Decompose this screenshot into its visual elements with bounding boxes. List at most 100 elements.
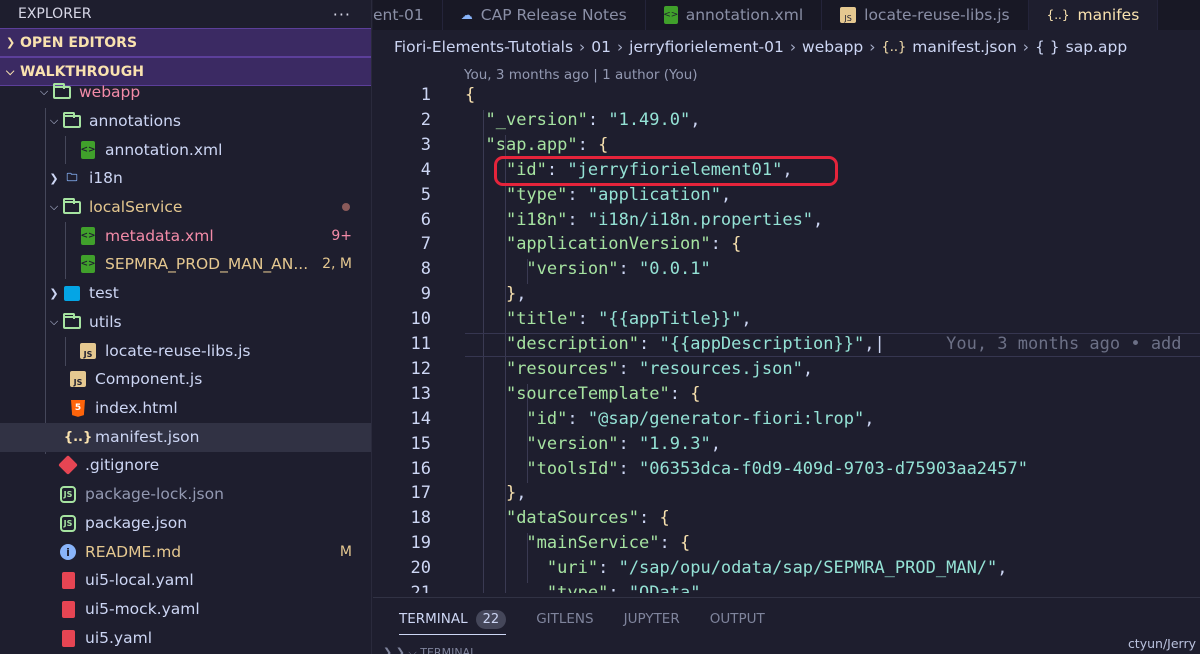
tree-item-index-html[interactable]: 5 index.html bbox=[0, 394, 371, 423]
explorer-title: EXPLORER bbox=[18, 6, 92, 22]
tree-item-gitignore[interactable]: .gitignore bbox=[0, 451, 371, 480]
tree-item-package-json[interactable]: JS package.json bbox=[0, 509, 371, 538]
editor-tabs: ent-01 ☁ CAP Release Notes <> annotation… bbox=[373, 0, 1200, 30]
tree-item-label: ui5-mock.yaml bbox=[85, 600, 200, 619]
tree-item-package-lock-json[interactable]: JS package-lock.json bbox=[0, 480, 371, 509]
chevron-right-icon: ❯ bbox=[49, 171, 59, 185]
line-number: 18 bbox=[410, 508, 431, 529]
chevron-icon: ❯ ❯ ⌵ bbox=[383, 646, 417, 654]
code-line[interactable]: "type": "OData" bbox=[465, 583, 701, 593]
tree-item-metadata-xml[interactable]: <> metadata.xml 9+ bbox=[0, 222, 371, 251]
tree-item-utils[interactable]: ⌵ utils bbox=[0, 308, 371, 337]
line-number: 3 bbox=[420, 134, 431, 155]
breadcrumb: Fiori-Elements-Tutotials › 01 › jerryfio… bbox=[394, 38, 1127, 56]
js-file-icon: JS bbox=[78, 342, 98, 360]
inline-blame: You, 3 months ago • add bbox=[884, 334, 1182, 354]
tab-manifest-json[interactable]: {..} manifes bbox=[1028, 0, 1159, 30]
tree-item-label: ui5.yaml bbox=[85, 629, 152, 648]
tree-item-label: i18n bbox=[89, 169, 123, 188]
tree-item-label: annotations bbox=[89, 112, 181, 131]
watermark: ctyun/Jerry bbox=[1127, 636, 1196, 651]
line-number: 10 bbox=[410, 309, 431, 330]
tree-item-component-js[interactable]: JS Component.js bbox=[0, 365, 371, 394]
line-number: 12 bbox=[410, 358, 431, 379]
xml-file-icon: <> bbox=[78, 227, 98, 246]
code-line[interactable]: "type": "application", bbox=[465, 185, 731, 205]
code-line[interactable]: { bbox=[465, 85, 475, 105]
panel-tab-jupyter[interactable]: JUPYTER bbox=[624, 611, 680, 627]
info-icon: i bbox=[58, 543, 78, 561]
tree-item-annotation-xml[interactable]: <> annotation.xml bbox=[0, 136, 371, 165]
code-line[interactable]: "i18n": "i18n/i18n.properties", bbox=[465, 210, 823, 230]
line-number: 20 bbox=[410, 558, 431, 579]
code-line[interactable]: "toolsId": "06353dca-f0d9-409d-9703-d759… bbox=[465, 459, 1028, 479]
tree-item-annotations[interactable]: ⌵ annotations bbox=[0, 107, 371, 136]
tab-label: locate-reuse-libs.js bbox=[864, 6, 1010, 24]
panel-tab-terminal[interactable]: TERMINAL 22 bbox=[399, 609, 507, 635]
tree-item-label: SEPMRA_PROD_MAN_AN... bbox=[105, 255, 309, 274]
chevron-right-icon: ❯ bbox=[6, 36, 16, 49]
ellipsis-icon[interactable]: ··· bbox=[333, 5, 351, 24]
code-line[interactable]: "uri": "/sap/opu/odata/sap/SEPMRA_PROD_M… bbox=[465, 558, 1008, 578]
tree-item-locate-reuse-libs[interactable]: JS locate-reuse-libs.js bbox=[0, 337, 371, 366]
tab-previous[interactable]: ent-01 bbox=[373, 0, 443, 30]
problem-count-badge: 9+ bbox=[331, 228, 352, 245]
breadcrumb-item[interactable]: sap.app bbox=[1066, 38, 1128, 56]
line-number: 11 bbox=[410, 334, 431, 354]
tab-label: CAP Release Notes bbox=[480, 6, 627, 24]
panel-tab-output[interactable]: OUTPUT bbox=[710, 611, 765, 627]
codelens-blame[interactable]: You, 3 months ago | 1 author (You) bbox=[464, 67, 698, 83]
tab-locate-reuse-libs[interactable]: JS locate-reuse-libs.js bbox=[822, 0, 1029, 30]
code-line[interactable]: "sourceTemplate": { bbox=[465, 384, 701, 404]
line-number: 2 bbox=[420, 109, 431, 130]
tree-item-manifest-json[interactable]: {..} manifest.json bbox=[0, 423, 371, 452]
breadcrumb-item[interactable]: jerryfiorielement-01 bbox=[629, 38, 784, 56]
code-line[interactable]: "description": "{{appDescription}}",| Yo… bbox=[465, 334, 1182, 354]
line-number: 16 bbox=[410, 458, 431, 479]
tab-label: manifes bbox=[1077, 6, 1140, 24]
code-line[interactable]: "version": "1.9.3", bbox=[465, 434, 721, 454]
tree-item-ui5-mock-yaml[interactable]: ui5-mock.yaml bbox=[0, 595, 371, 624]
modified-badge: M bbox=[339, 544, 352, 561]
breadcrumb-item[interactable]: manifest.json bbox=[912, 38, 1017, 56]
panel-tab-gitlens[interactable]: GITLENS bbox=[536, 611, 593, 627]
tree-item-readme[interactable]: i README.md M bbox=[0, 538, 371, 567]
tree-item-sepmra-annotation[interactable]: <> SEPMRA_PROD_MAN_AN... 2, M bbox=[0, 250, 371, 279]
code-line[interactable]: "mainService": { bbox=[465, 533, 690, 553]
tree-item-test[interactable]: ❯ test bbox=[0, 279, 371, 308]
tree-item-label: Component.js bbox=[95, 370, 203, 389]
i18n-folder-icon: 🗀 bbox=[66, 170, 78, 184]
code-line[interactable]: "_version": "1.49.0", bbox=[465, 110, 700, 130]
bottom-panel: TERMINAL 22 GITLENS JUPYTER OUTPUT ❯ ❯ ⌵ … bbox=[373, 597, 1200, 654]
chevron-down-icon: ⌵ bbox=[39, 85, 49, 99]
code-line[interactable]: "resources": "resources.json", bbox=[465, 359, 813, 379]
tree-item-label: metadata.xml bbox=[105, 227, 214, 246]
code-line[interactable]: "id": "@sap/generator-fiori:lrop", bbox=[465, 409, 874, 429]
tree-item-ui5-yaml[interactable]: ui5.yaml bbox=[0, 624, 371, 653]
terminal-section-header[interactable]: ❯ ❯ ⌵ TERMINAL bbox=[383, 646, 476, 654]
breadcrumb-item[interactable]: Fiori-Elements-Tutotials bbox=[394, 38, 573, 56]
code-line[interactable]: "sap.app": { bbox=[465, 135, 608, 155]
line-number: 1 bbox=[420, 85, 431, 105]
code-line[interactable]: }, bbox=[465, 284, 527, 304]
code-line[interactable]: "dataSources": { bbox=[465, 508, 670, 528]
tree-item-i18n[interactable]: ❯ 🗀 i18n bbox=[0, 164, 371, 193]
tree-item-ui5-local-yaml[interactable]: ui5-local.yaml bbox=[0, 566, 371, 595]
cloud-icon: ☁ bbox=[460, 8, 473, 22]
line-number: 5 bbox=[420, 184, 431, 205]
code-line[interactable]: }, bbox=[465, 483, 527, 503]
section-open-editors[interactable]: ❯ OPEN EDITORS bbox=[0, 28, 371, 57]
xml-file-icon: <> bbox=[78, 255, 98, 274]
breadcrumb-item[interactable]: webapp bbox=[802, 38, 863, 56]
line-number: 8 bbox=[420, 259, 431, 280]
folder-open-icon bbox=[62, 197, 82, 216]
tree-item-webapp[interactable]: ⌵ webapp bbox=[0, 78, 371, 107]
code-line[interactable]: "version": "0.0.1" bbox=[465, 259, 710, 279]
tab-annotation-xml[interactable]: <> annotation.xml bbox=[646, 0, 823, 30]
breadcrumb-item[interactable]: 01 bbox=[591, 38, 611, 56]
tab-cap-release-notes[interactable]: ☁ CAP Release Notes bbox=[443, 0, 646, 30]
tree-item-localservice[interactable]: ⌵ localService bbox=[0, 193, 371, 222]
terminal-row-label: TERMINAL bbox=[420, 646, 477, 654]
code-line[interactable]: "applicationVersion": { bbox=[465, 234, 741, 254]
code-line[interactable]: "title": "{{appTitle}}", bbox=[465, 309, 752, 329]
